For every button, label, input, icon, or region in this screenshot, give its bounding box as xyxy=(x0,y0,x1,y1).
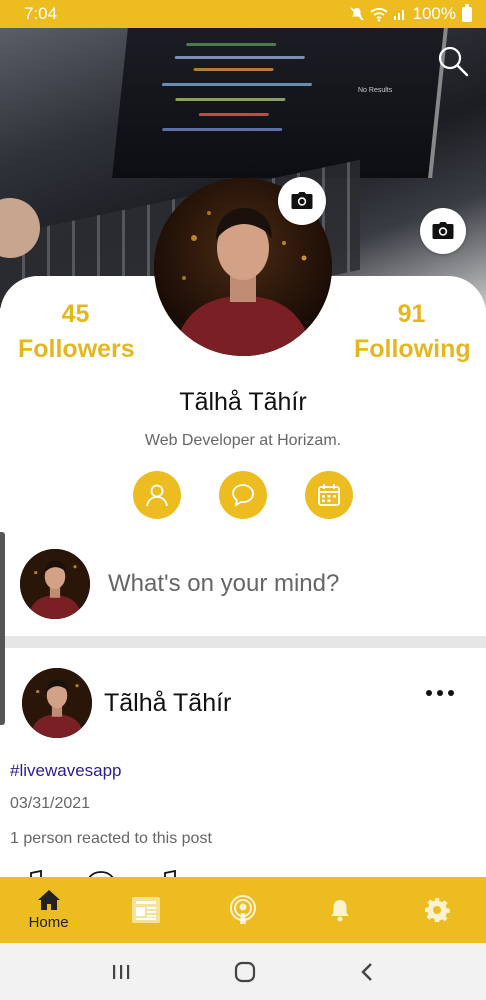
calendar-button[interactable] xyxy=(305,471,353,519)
nav-notifications[interactable] xyxy=(292,877,389,943)
camera-icon xyxy=(291,192,313,209)
battery-percent: 100% xyxy=(412,4,456,23)
camera-icon xyxy=(432,222,454,239)
status-icons xyxy=(349,6,407,22)
bell-icon xyxy=(331,900,350,922)
search-icon[interactable] xyxy=(436,44,470,78)
post-author-avatar[interactable] xyxy=(22,668,92,738)
newspaper-icon xyxy=(131,897,160,923)
followers-stat[interactable]: 45 Followers xyxy=(18,300,135,364)
home-button-icon[interactable] xyxy=(234,961,256,983)
following-label: Following xyxy=(354,335,471,363)
following-stat[interactable]: 91 Following xyxy=(354,300,471,364)
back-icon[interactable] xyxy=(359,961,375,983)
composer-avatar xyxy=(20,549,90,619)
message-button[interactable] xyxy=(219,471,267,519)
mute-icon xyxy=(349,7,364,21)
more-options-icon[interactable] xyxy=(426,690,454,696)
status-time: 7:04 xyxy=(24,4,58,23)
screen-no-results-text: No Results xyxy=(358,87,393,94)
post-composer[interactable] xyxy=(20,546,470,622)
profile-bio: Web Developer at Horizam. xyxy=(144,432,342,449)
gear-icon xyxy=(425,898,451,922)
calendar-icon xyxy=(318,484,340,506)
bottom-nav: Home xyxy=(0,877,486,943)
about-button[interactable] xyxy=(133,471,181,519)
status-bar: 7:04 100% xyxy=(0,0,486,28)
battery-icon xyxy=(462,3,472,22)
nav-settings[interactable] xyxy=(389,877,486,943)
signal-icon xyxy=(393,10,404,20)
status-right: 100% xyxy=(349,3,472,24)
composer-input[interactable] xyxy=(108,570,448,598)
change-avatar-button[interactable] xyxy=(278,177,326,225)
laptop-screen xyxy=(112,28,448,178)
section-divider xyxy=(0,636,486,648)
post-date: 03/31/2021 xyxy=(10,795,91,812)
post-hashtag[interactable]: #livewavesapp xyxy=(10,761,122,781)
user-icon xyxy=(146,484,168,507)
edge-scroll-handle[interactable] xyxy=(0,532,5,725)
change-cover-button[interactable] xyxy=(420,208,466,254)
profile-actions xyxy=(133,471,353,519)
podcast-icon xyxy=(230,895,256,924)
post-reactions-summary[interactable]: 1 person reacted to this post xyxy=(10,830,212,848)
system-nav-bar xyxy=(0,943,486,1000)
nav-home[interactable]: Home xyxy=(0,877,97,943)
post-card: Tãlhå Tãhír #livewavesapp 03/31/2021 1 p… xyxy=(0,648,486,878)
following-count: 91 xyxy=(397,300,426,328)
profile-name: Tãlhå Tãhír xyxy=(179,388,307,416)
nav-home-label: Home xyxy=(28,914,69,931)
followers-count: 45 xyxy=(61,300,90,328)
post-author-name[interactable]: Tãlhå Tãhír xyxy=(104,689,231,718)
avatar-photo xyxy=(20,549,90,619)
nav-feed[interactable] xyxy=(97,877,194,943)
post-header: Tãlhå Tãhír xyxy=(22,668,231,738)
recent-apps-icon[interactable] xyxy=(111,963,131,981)
followers-label: Followers xyxy=(18,335,135,363)
avatar-photo xyxy=(22,668,92,738)
nav-live[interactable] xyxy=(194,877,291,943)
wifi-icon xyxy=(369,7,388,22)
home-icon xyxy=(37,890,60,910)
chat-bubble-icon xyxy=(232,484,254,507)
